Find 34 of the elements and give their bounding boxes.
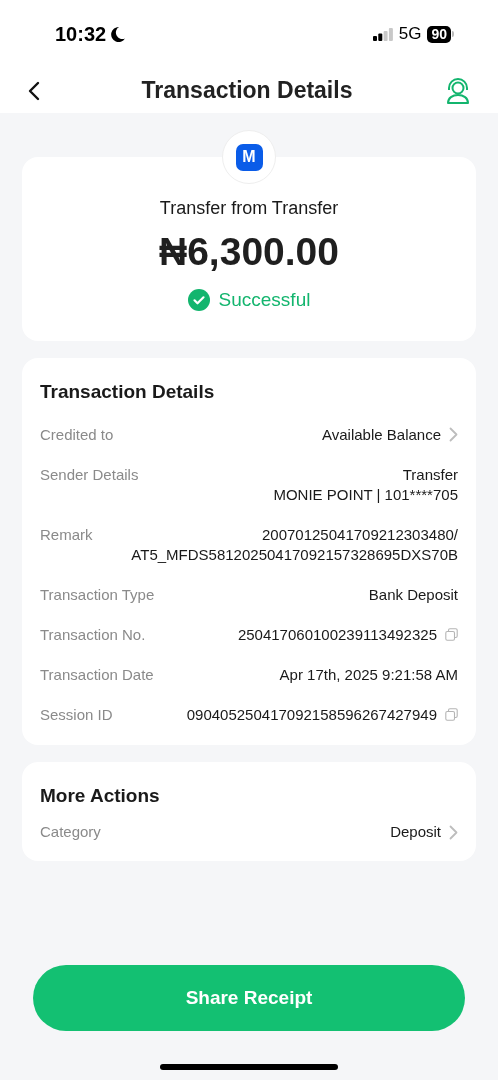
status-label: Successful (218, 288, 311, 312)
detail-value[interactable]: Deposit (390, 822, 441, 842)
check-circle-icon (187, 289, 210, 312)
detail-value[interactable]: Available Balance (322, 424, 441, 445)
detail-value: Apr 17th, 2025 9:21:58 AM (279, 664, 458, 685)
section-title: More Actions (39, 783, 161, 808)
copy-icon[interactable] (445, 708, 458, 721)
detail-label: Transaction Type (40, 584, 155, 605)
detail-value: 20070125041709212303480/ AT5_MFDS58120250417092157328695DXS70B (131, 524, 458, 565)
detail-label: Transaction No. (40, 624, 146, 645)
detail-value: 090405250417092158596267427949 (186, 704, 437, 725)
detail-label: Remark (40, 524, 93, 545)
signal-icon (372, 27, 393, 41)
detail-value: 250417060100239113492325 (237, 624, 437, 645)
support-agent-icon[interactable] (446, 77, 470, 104)
section-title: Transaction Details (39, 380, 216, 404)
detail-value: Transfer MONIE POINT | 101****705 (273, 464, 458, 505)
battery-indicator: 90 (427, 25, 451, 43)
bank-logo: M (222, 130, 276, 184)
transaction-title: Transfer from Transfer (159, 197, 339, 220)
detail-label: Transaction Date (40, 664, 154, 685)
page-title: Transaction Details (141, 76, 353, 106)
detail-label: Credited to (40, 424, 114, 445)
detail-label: Category (40, 822, 101, 842)
detail-label: Sender Details (40, 464, 139, 485)
chevron-right-icon (449, 824, 458, 840)
status-time: 10:32 (55, 22, 107, 47)
detail-label: Session ID (40, 704, 113, 725)
network-label: 5G (398, 23, 422, 46)
copy-icon[interactable] (445, 628, 458, 641)
amount: ₦6,300.00 (159, 229, 339, 275)
moon-icon (110, 25, 127, 43)
chevron-right-icon (449, 427, 458, 442)
detail-value: Bank Deposit (368, 584, 458, 605)
